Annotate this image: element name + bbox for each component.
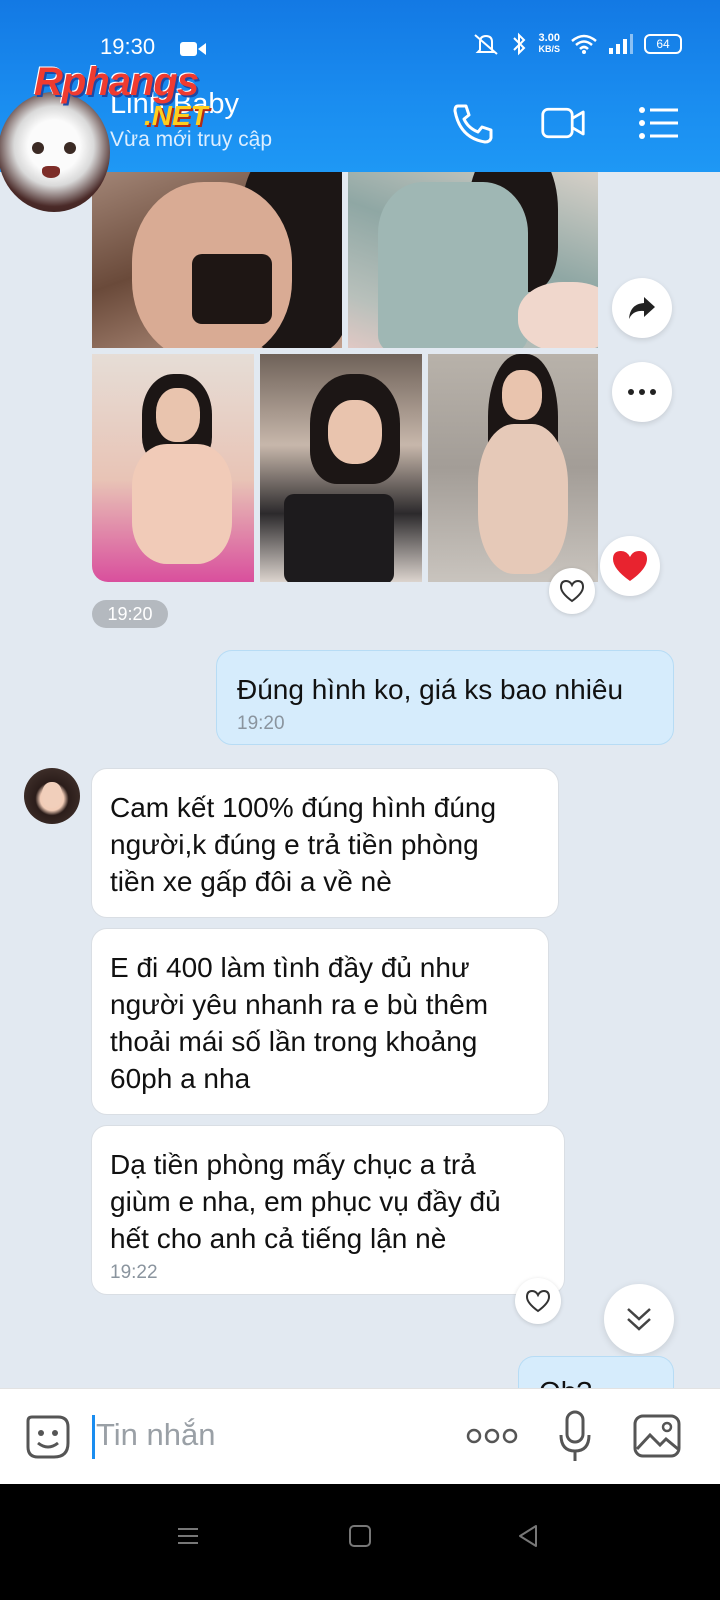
shared-photo[interactable]: [92, 172, 342, 348]
more-options-icon[interactable]: [466, 1427, 518, 1445]
photo-figure: [478, 424, 568, 574]
speed-unit: KB/S: [538, 44, 560, 54]
photo-clothing: [192, 254, 272, 324]
photo-figure: [132, 444, 232, 564]
like-button[interactable]: [515, 1278, 561, 1324]
photo-face: [502, 370, 542, 420]
message-bubble-incoming[interactable]: E đi 400 làm tình đầy đủ như người yêu n…: [91, 928, 549, 1115]
shared-photo[interactable]: [428, 354, 598, 582]
message-time: 19:22: [110, 1262, 158, 1283]
more-dots-icon: [628, 389, 656, 395]
shared-photo[interactable]: [348, 172, 598, 348]
contact-avatar[interactable]: [0, 92, 110, 212]
photo-figure: [378, 182, 528, 348]
message-text: Đúng hình ko, giá ks bao nhiêu: [237, 674, 624, 705]
video-call-icon[interactable]: [540, 102, 586, 144]
sticker-emoji-icon[interactable]: [24, 1413, 72, 1461]
message-bubble-outgoing[interactable]: Đúng hình ko, giá ks bao nhiêu 19:20: [216, 650, 674, 745]
watermark-logo: Rphangs .NET: [34, 60, 208, 131]
avatar-eye: [64, 142, 76, 154]
status-icons: 3.00 KB/S 64: [472, 32, 682, 56]
scroll-to-bottom-button[interactable]: [604, 1284, 674, 1354]
signal-icon: [609, 34, 633, 54]
system-nav-bar: [0, 1484, 720, 1600]
photo-face: [328, 400, 382, 464]
message-time: 19:20: [237, 713, 285, 734]
network-speed: 3.00 KB/S: [538, 33, 560, 55]
avatar-face: [42, 782, 62, 808]
wifi-icon: [571, 34, 597, 54]
speed-value: 3.00: [538, 32, 560, 44]
microphone-icon[interactable]: [558, 1409, 592, 1465]
recent-apps-icon[interactable]: [176, 1524, 200, 1548]
sender-avatar[interactable]: [24, 768, 80, 824]
message-input[interactable]: Tin nhắn: [96, 1417, 216, 1453]
home-icon[interactable]: [348, 1524, 372, 1548]
photo-face: [156, 388, 200, 442]
image-timestamp: 19:20: [92, 600, 168, 628]
reaction-heart-badge[interactable]: [600, 536, 660, 596]
status-time: 19:30: [100, 34, 156, 59]
back-icon[interactable]: [516, 1524, 540, 1548]
chevron-double-down-icon: [627, 1308, 651, 1331]
heart-outline-icon: [559, 579, 585, 603]
heart-filled-icon: [613, 551, 647, 581]
message-text: Cam kết 100% đúng hình đúng người,k đúng…: [110, 792, 497, 897]
message-bubble-incoming[interactable]: Cam kết 100% đúng hình đúng người,k đúng…: [91, 768, 559, 918]
gallery-image-icon[interactable]: [632, 1413, 682, 1459]
message-text: Oh?: [539, 1373, 673, 1388]
photo-skin: [518, 282, 598, 348]
video-recording-icon: [180, 42, 206, 56]
avatar-eye: [32, 142, 44, 154]
shared-photo[interactable]: [260, 354, 422, 582]
heart-outline-icon: [525, 1289, 551, 1313]
phone-call-icon[interactable]: [450, 102, 496, 144]
mute-vibrate-icon: [474, 34, 499, 55]
message-bubble-outgoing[interactable]: Oh?: [518, 1356, 674, 1388]
battery-indicator: 64: [644, 34, 682, 54]
message-text: E đi 400 làm tình đầy đủ như người yêu n…: [110, 952, 489, 1094]
share-arrow-icon: [629, 297, 655, 319]
like-button[interactable]: [549, 568, 595, 614]
more-options-button[interactable]: [612, 362, 672, 422]
watermark-suffix: .NET: [144, 100, 208, 131]
text-caret: [92, 1415, 95, 1459]
photo-clothing: [284, 494, 394, 582]
forward-button[interactable]: [612, 278, 672, 338]
message-bubble-incoming[interactable]: Dạ tiền phòng mấy chục a trả giùm e nha,…: [91, 1125, 565, 1295]
menu-list-icon[interactable]: [636, 102, 682, 144]
message-input-bar: Tin nhắn: [0, 1388, 720, 1484]
avatar-mouth: [42, 166, 60, 178]
message-text: Dạ tiền phòng mấy chục a trả giùm e nha,…: [110, 1149, 501, 1254]
shared-photo[interactable]: [92, 354, 254, 582]
watermark-brand: Rphangs: [34, 60, 199, 104]
bluetooth-icon: [513, 32, 526, 56]
